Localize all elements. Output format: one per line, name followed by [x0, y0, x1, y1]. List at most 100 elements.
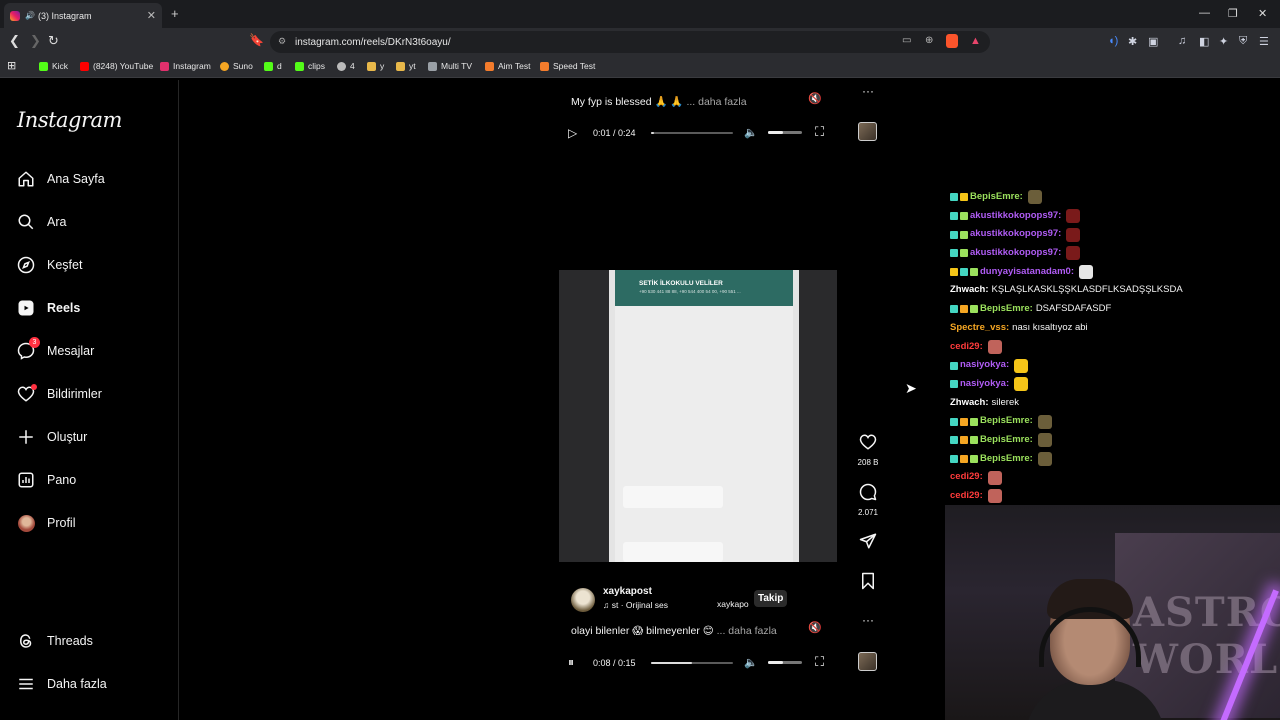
new-tab-button[interactable]: +	[171, 6, 179, 21]
chat-badge-icon	[960, 436, 968, 445]
nav-create[interactable]: Oluştur	[17, 428, 87, 446]
extensions-icon[interactable]: ✱	[1128, 35, 1137, 48]
zoom-icon[interactable]: ⊕	[925, 35, 933, 46]
browser-tab-bar: 🔊 (3) Instagram ✕ + — ❐ ✕	[0, 0, 1280, 28]
reel2-caption: olayi bilenler 😱 bilmeyenler 😊 ... daha …	[571, 625, 777, 637]
forward-icon[interactable]: ❯	[30, 33, 41, 49]
chat-badge-icon	[950, 417, 958, 426]
author-avatar[interactable]	[571, 588, 595, 612]
bookmark-kick[interactable]: Kick	[39, 61, 68, 71]
bookmark-folder-y[interactable]: y	[367, 61, 384, 71]
reel2-volume-icon[interactable]: 🔈	[744, 656, 758, 669]
nav-reels[interactable]: Reels	[17, 299, 80, 317]
save-button[interactable]	[856, 572, 880, 595]
dashboard-icon	[17, 471, 35, 489]
author-name[interactable]: xaykapost	[603, 586, 652, 597]
speaker-icon[interactable]: 🔊	[25, 11, 35, 20]
music-icon[interactable]: ♫	[1178, 35, 1186, 47]
reel1-audio-thumbnail[interactable]	[858, 122, 877, 141]
bookmark-folder-yt[interactable]: yt	[396, 61, 416, 71]
maximize-button[interactable]: ❐	[1228, 7, 1238, 20]
reel2-more-link[interactable]: ... daha fazla	[717, 625, 777, 637]
bookmark-page-icon[interactable]: 🔖	[249, 33, 264, 47]
audio-playing-icon[interactable]: ◖)	[1108, 35, 1118, 47]
chat-badge-icon	[960, 417, 968, 426]
vpn-icon[interactable]: ⛨	[1239, 35, 1247, 48]
bookmark-d[interactable]: d	[264, 61, 282, 71]
like-button[interactable]: 208 B	[856, 433, 880, 467]
reel2-pause-icon[interactable]: ⏸	[568, 655, 574, 670]
bookmark-aim-test[interactable]: Aim Test	[485, 61, 530, 71]
reel1-volume-icon[interactable]: 🔈	[744, 126, 758, 139]
cast-icon[interactable]: ▭	[902, 35, 911, 46]
chat-message: Zhwach: KŞLAŞLKASKLŞŞKLASDFLKSADŞŞLKSDA	[950, 281, 1280, 300]
nav-profile[interactable]: Profil	[17, 514, 75, 532]
site-info-icon[interactable]: ⚙	[278, 36, 286, 47]
reel1-volume-slider[interactable]	[768, 131, 802, 134]
chat-badge-icon	[960, 212, 968, 221]
nav-threads[interactable]: Threads	[17, 632, 93, 650]
search-icon	[17, 213, 35, 231]
reel2-progress-bar[interactable]	[651, 662, 733, 664]
nav-more[interactable]: Daha fazla	[17, 675, 107, 693]
back-icon[interactable]: ❮	[9, 33, 20, 49]
nav-dashboard[interactable]: Pano	[17, 471, 76, 489]
apps-grid-icon[interactable]: ⊞	[7, 59, 16, 72]
reel2-fullscreen-icon[interactable]: ⛶	[815, 654, 824, 670]
nav-home[interactable]: Ana Sayfa	[17, 170, 105, 188]
reload-icon[interactable]: ↻	[48, 33, 59, 49]
chat-badge-icon	[970, 417, 978, 426]
chat-emote-icon	[1037, 433, 1052, 448]
chat-badge-icon	[950, 212, 958, 221]
follow-button[interactable]: Takip	[754, 590, 788, 607]
bookmark-suno[interactable]: Suno	[220, 61, 253, 71]
reel2-video[interactable]: SETİK İLKOKULU VELİLER +90 530 441 88 88…	[559, 270, 837, 562]
reel2-options-icon[interactable]: ···	[862, 613, 874, 627]
reel1-play-icon[interactable]: ▷	[568, 126, 577, 140]
chat-emote-icon	[1014, 358, 1029, 373]
reel1-options-icon[interactable]: ···	[862, 84, 874, 98]
nav-notifications[interactable]: Bildirimler	[17, 384, 102, 403]
chat-message: BepisEmre:	[950, 431, 1280, 450]
reel1-fullscreen-icon[interactable]: ⛶	[815, 124, 824, 140]
reel1-mute-icon[interactable]: 🔇	[808, 92, 822, 105]
chat-badge-icon	[970, 268, 978, 277]
brave-shield-icon[interactable]	[946, 34, 958, 48]
chat-username: BepisEmre:	[980, 415, 1033, 427]
wallet-icon[interactable]: ▣	[1148, 35, 1158, 48]
chat-badge-icon	[960, 268, 968, 277]
close-window-button[interactable]: ✕	[1258, 7, 1267, 20]
chat-badge-icon	[950, 249, 958, 258]
nav-search[interactable]: Ara	[17, 213, 66, 231]
bookmark-instagram[interactable]: Instagram	[160, 61, 211, 71]
chat-badge-icon	[950, 380, 958, 389]
threads-icon	[17, 632, 35, 650]
bookmark-clips[interactable]: clips	[295, 61, 325, 71]
comment-button[interactable]: 2.071	[856, 483, 880, 517]
chat-badge-icon	[950, 193, 958, 202]
leo-ai-icon[interactable]: ✦	[1219, 35, 1228, 48]
audio-label[interactable]: ♫ st · Orijinal ses	[603, 600, 668, 610]
reel1-progress-bar[interactable]	[651, 132, 733, 134]
menu-icon[interactable]: ☰	[1259, 35, 1269, 48]
minimize-button[interactable]: —	[1199, 7, 1210, 19]
reel2-mute-icon[interactable]: 🔇	[808, 621, 822, 634]
reel2-volume-slider[interactable]	[768, 661, 802, 664]
bookmark-speed-test[interactable]: Speed Test	[540, 61, 595, 71]
reel1-more-link[interactable]: ... daha fazla	[686, 96, 746, 108]
bookmark-multi-tv[interactable]: Multi TV	[428, 61, 472, 71]
instagram-logo[interactable]: Instagram	[17, 108, 122, 132]
tab-instagram[interactable]: 🔊 (3) Instagram ✕	[4, 3, 162, 28]
bookmark-youtube[interactable]: (8248) YouTube	[80, 61, 153, 71]
streamer	[1025, 579, 1165, 720]
reel2-audio-thumbnail[interactable]	[858, 652, 877, 671]
nav-messages[interactable]: 3 Mesajlar	[17, 337, 94, 360]
send-icon	[859, 533, 877, 549]
address-bar[interactable]: ⚙ instagram.com/reels/DKrN3t6oayu/ ▭ ⊕ ▲	[270, 31, 990, 53]
share-button[interactable]	[856, 532, 880, 555]
brave-rewards-icon[interactable]: ▲	[970, 35, 981, 47]
nav-explore[interactable]: Keşfet	[17, 256, 82, 274]
bookmark-4[interactable]: 4	[337, 61, 355, 71]
sidebar-toggle-icon[interactable]: ◧	[1199, 35, 1209, 48]
close-tab-icon[interactable]: ✕	[147, 9, 156, 22]
